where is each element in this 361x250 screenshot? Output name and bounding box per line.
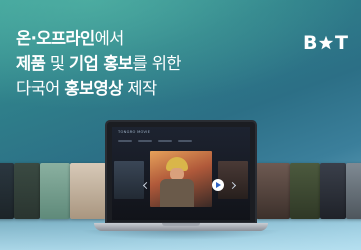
screen-carousel [112, 149, 250, 213]
brand-logo: B T [303, 32, 348, 54]
laptop-notch [162, 223, 200, 226]
play-icon [212, 179, 224, 191]
screen-nav-item [178, 140, 192, 142]
screen-nav-item [138, 140, 152, 142]
screen-nav-item [158, 140, 172, 142]
headline-line-3: 다국어 홍보영상 제작 [16, 76, 181, 101]
thumbnail-panel [346, 163, 361, 219]
screen-prev-arrow-icon [142, 181, 151, 190]
screen-nav-bar [118, 140, 244, 144]
logo-letter-b: B [303, 32, 317, 54]
thumbnail-panel [256, 163, 290, 219]
screen-featured-thumbnail [150, 151, 212, 207]
thumbnail-panel [70, 163, 106, 219]
headline-line-2-emphasis-1: 제품 [16, 54, 46, 73]
laptop-shadow [80, 230, 282, 240]
play-triangle [216, 182, 222, 188]
thumbnail-panel [320, 163, 346, 219]
headline-line-3-text-1: 다국어 [16, 79, 65, 98]
firefighter-body [160, 179, 194, 207]
thumbnail-panel [40, 163, 70, 219]
screen-title: TONGRO MOVIE [118, 130, 151, 134]
thumbnail-panel [290, 163, 320, 219]
promo-banner: 온·오프라인에서 제품 및 기업 홍보를 위한 다국어 홍보영상 제작 B T … [0, 0, 361, 250]
headline-line-2-text-2: 를 위한 [132, 54, 182, 73]
thumbnail-panel [14, 163, 40, 219]
screen-thumbnail [218, 161, 248, 199]
headline-line-3-text-2: 제작 [122, 79, 157, 98]
laptop-screen: TONGRO MOVIE [112, 127, 250, 220]
headline-line-1-emphasis: 온·오프라인 [16, 29, 95, 48]
logo-letter-t: T [334, 32, 348, 54]
headline-line-1: 온·오프라인에서 [16, 26, 181, 51]
thumbnail-panel [0, 163, 14, 219]
screen-nav-item [118, 140, 132, 142]
headline-line-3-emphasis: 홍보영상 [64, 79, 123, 98]
star-icon [318, 35, 334, 50]
headline-line-2: 제품 및 기업 홍보를 위한 [16, 51, 182, 76]
headline-line-2-text-1: 및 [45, 54, 70, 73]
headline-line-2-emphasis-2: 기업 홍보 [69, 54, 133, 73]
laptop-illustration: TONGRO MOVIE [105, 120, 257, 224]
headline-line-1-text: 에서 [94, 29, 125, 48]
headline: 온·오프라인에서 제품 및 기업 홍보를 위한 다국어 홍보영상 제작 [16, 26, 182, 101]
screen-thumbnail [114, 161, 144, 199]
